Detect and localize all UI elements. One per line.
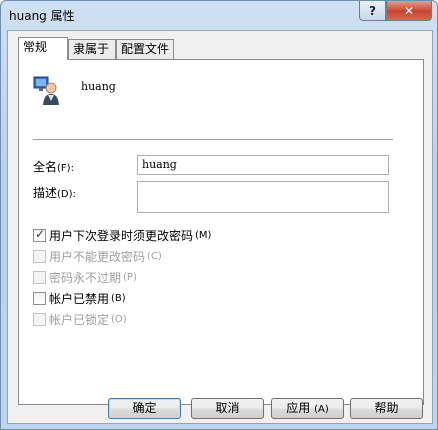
general-panel: huang 全名(F): huang 描述(D): 用户下次登录时须更改密码(M… — [18, 59, 424, 405]
option-must-change-password[interactable]: 用户下次登录时须更改密码(M) — [33, 227, 211, 244]
cancel-button[interactable]: 取消 — [191, 398, 264, 419]
checkbox[interactable] — [33, 292, 46, 305]
window-title: huang 属性 — [9, 9, 75, 23]
tab-member-of[interactable]: 隶属于 — [68, 39, 116, 59]
title-bar[interactable]: huang 属性 ? ✕ — [1, 1, 437, 29]
help-button[interactable]: 帮助 — [350, 398, 423, 419]
tab-general[interactable]: 常规 — [18, 37, 68, 60]
apply-button[interactable]: 应用 (A) — [271, 398, 344, 419]
option-cannot-change-password: 用户不能更改密码 (C) — [33, 248, 162, 265]
dialog-client: 常规 隶属于 配置文件 huang 全名(F): huang 描述(D): 用户… — [7, 30, 433, 424]
separator — [33, 139, 393, 141]
checkbox — [33, 271, 46, 284]
ok-button[interactable]: 确定 — [108, 398, 181, 419]
username-label: huang — [81, 80, 116, 93]
help-icon[interactable]: ? — [359, 1, 386, 21]
description-label: 描述(D): — [33, 186, 76, 200]
fullname-field[interactable]: huang — [137, 155, 389, 175]
checkbox[interactable] — [33, 227, 46, 242]
option-account-disabled[interactable]: 帐户已禁用 (B) — [33, 290, 126, 307]
user-icon — [33, 76, 59, 105]
option-account-locked: 帐户已锁定 (O) — [33, 311, 127, 328]
checkbox — [33, 313, 46, 326]
close-icon[interactable]: ✕ — [386, 1, 432, 21]
description-field[interactable] — [137, 181, 389, 213]
option-password-never-expires: 密码永不过期 (P) — [33, 269, 137, 286]
checkbox — [33, 250, 46, 263]
fullname-label: 全名(F): — [33, 160, 74, 174]
properties-window: huang 属性 ? ✕ 常规 隶属于 配置文件 huang 全名(F): hu… — [0, 0, 438, 430]
tab-profile[interactable]: 配置文件 — [116, 39, 174, 59]
